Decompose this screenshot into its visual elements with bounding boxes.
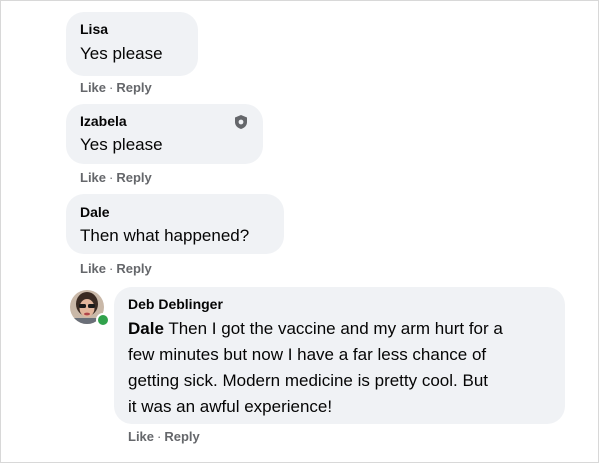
separator-dot: · bbox=[109, 80, 114, 95]
comment-author[interactable]: Izabela bbox=[80, 113, 127, 129]
comment-line-text: Then I got the vaccine and my arm hurt f… bbox=[163, 319, 503, 338]
comment-text: Yes please bbox=[80, 135, 163, 154]
comment-line: getting sick. Modern medicine is pretty … bbox=[128, 371, 488, 390]
reply-link[interactable]: Reply bbox=[116, 80, 151, 95]
like-link[interactable]: Like bbox=[80, 80, 106, 95]
comment-author[interactable]: Deb Deblinger bbox=[128, 296, 223, 312]
mention-link[interactable]: Dale bbox=[128, 319, 164, 338]
reply-link[interactable]: Reply bbox=[164, 429, 199, 444]
shield-icon bbox=[235, 115, 247, 129]
comment-line: Dale Then I got the vaccine and my arm h… bbox=[128, 316, 548, 342]
online-status-indicator bbox=[96, 313, 110, 327]
comment-line: few minutes but now I have a far less ch… bbox=[128, 345, 487, 364]
comment-actions: Like · Reply bbox=[80, 261, 152, 276]
like-link[interactable]: Like bbox=[128, 429, 154, 444]
reply-link[interactable]: Reply bbox=[116, 170, 151, 185]
reply-link[interactable]: Reply bbox=[116, 261, 151, 276]
separator-dot: · bbox=[109, 170, 114, 185]
comment-author[interactable]: Dale bbox=[80, 204, 110, 220]
comment-text: Then what happened? bbox=[80, 226, 250, 245]
like-link[interactable]: Like bbox=[80, 261, 106, 276]
like-link[interactable]: Like bbox=[80, 170, 106, 185]
comment-author[interactable]: Lisa bbox=[80, 21, 108, 37]
comment-actions: Like · Reply bbox=[80, 80, 152, 95]
comment-actions: Like · Reply bbox=[128, 429, 200, 444]
comment-actions: Like · Reply bbox=[80, 170, 152, 185]
comment-text: Yes please bbox=[80, 44, 163, 63]
separator-dot: · bbox=[109, 261, 114, 276]
comment-text: Dale Then I got the vaccine and my arm h… bbox=[128, 316, 548, 420]
separator-dot: · bbox=[157, 429, 162, 444]
comment-line: it was an awful experience! bbox=[128, 397, 333, 416]
